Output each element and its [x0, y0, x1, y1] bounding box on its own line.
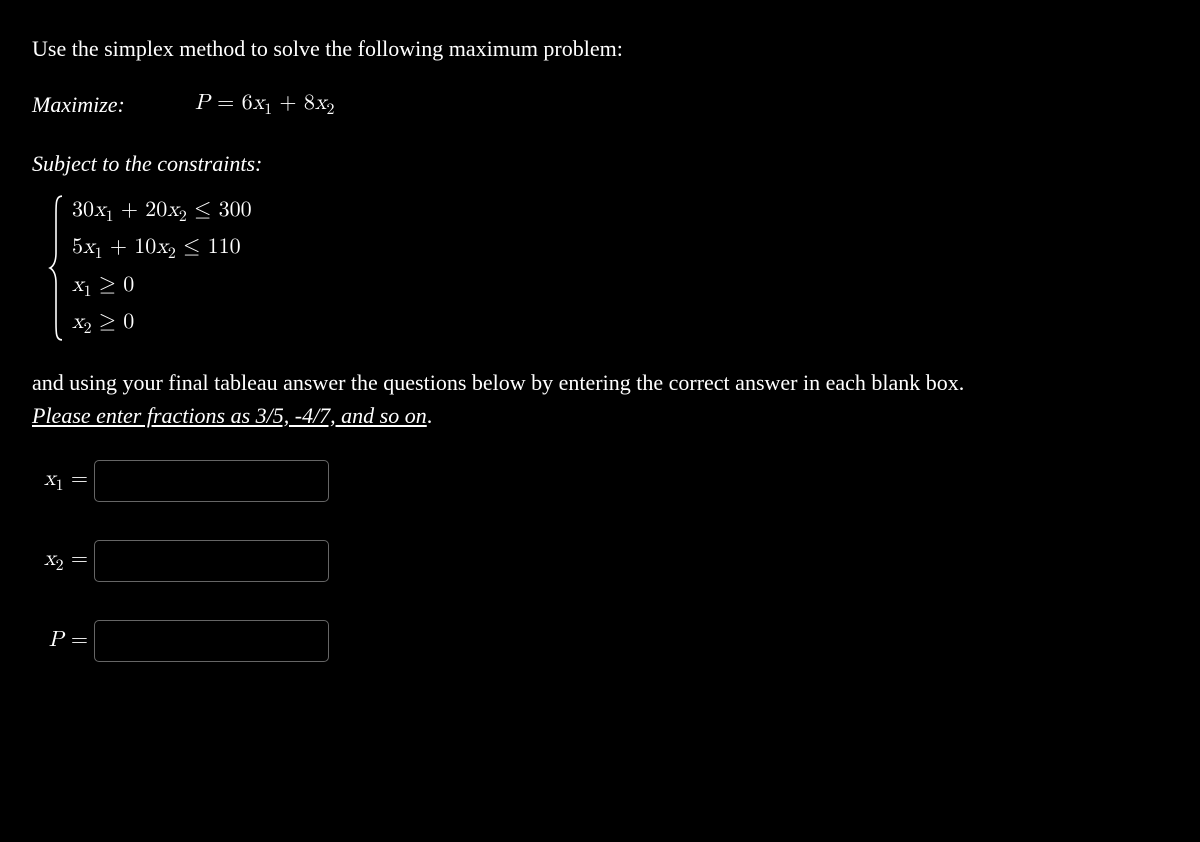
- constraint-lines: 30x1 + 20x2 ≤ 300 5x1 + 10x2 ≤ 110 x1 ≥ …: [72, 194, 252, 342]
- intro-text: Use the simplex method to solve the foll…: [32, 32, 1168, 65]
- constraint-1: 30x1 + 20x2 ≤ 300: [72, 194, 252, 230]
- p-label: P =: [32, 624, 88, 657]
- left-brace-icon: [48, 194, 66, 342]
- instruction-emphasis: Please enter fractions as 3/5, -4/7, and…: [32, 403, 427, 428]
- constraint-4: x2 ≥ 0: [72, 306, 252, 342]
- constraint-2: 5x1 + 10x2 ≤ 110: [72, 231, 252, 267]
- answers-section: x1 = x2 = P =: [32, 460, 1168, 662]
- instruction-period: .: [427, 403, 433, 428]
- constraints-block: 30x1 + 20x2 ≤ 300 5x1 + 10x2 ≤ 110 x1 ≥ …: [48, 194, 1168, 342]
- x1-input[interactable]: [94, 460, 329, 502]
- instruction-plain: and using your final tableau answer the …: [32, 370, 964, 395]
- objective-expression: P = 6x1 + 8x2: [195, 87, 335, 123]
- constraint-3: x1 ≥ 0: [72, 269, 252, 305]
- answer-row-x2: x2 =: [32, 540, 1168, 582]
- x1-label: x1 =: [32, 463, 88, 499]
- maximize-label: Maximize:: [32, 88, 125, 121]
- x2-label: x2 =: [32, 543, 88, 579]
- objective-row: Maximize: P = 6x1 + 8x2: [32, 87, 1168, 123]
- problem-page: Use the simplex method to solve the foll…: [0, 0, 1200, 694]
- x2-input[interactable]: [94, 540, 329, 582]
- p-input[interactable]: [94, 620, 329, 662]
- instruction-paragraph: and using your final tableau answer the …: [32, 366, 1168, 432]
- answer-row-x1: x1 =: [32, 460, 1168, 502]
- subject-to-label: Subject to the constraints:: [32, 147, 1168, 180]
- answer-row-p: P =: [32, 620, 1168, 662]
